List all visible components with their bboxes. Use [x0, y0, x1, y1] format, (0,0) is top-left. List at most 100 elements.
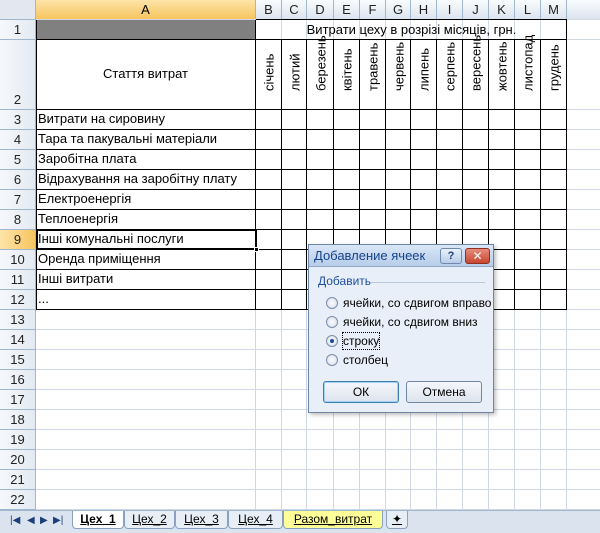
- row-header[interactable]: 4: [0, 130, 36, 150]
- month-label: листопад: [520, 34, 536, 91]
- row-header[interactable]: 8: [0, 210, 36, 230]
- expense-item-cell[interactable]: Електроенергія: [36, 189, 131, 209]
- insert-sheet-icon[interactable]: ✦: [386, 511, 408, 529]
- month-header-cell[interactable]: червень: [386, 40, 411, 110]
- month-header-cell[interactable]: листопад: [515, 35, 541, 110]
- month-header-cell[interactable]: травень: [360, 40, 386, 110]
- column-header[interactable]: F: [360, 0, 386, 20]
- expense-item-cell[interactable]: ...: [36, 289, 49, 309]
- dialog-titlebar[interactable]: Добавление ячеек ? ✕: [309, 245, 493, 267]
- tab-razom-vytrat[interactable]: Разом_витрат: [283, 511, 383, 529]
- active-cell-cursor[interactable]: [36, 229, 257, 250]
- month-header-cell[interactable]: березень: [307, 35, 334, 110]
- ok-button[interactable]: ОК: [323, 381, 399, 403]
- row-header[interactable]: 22: [0, 490, 36, 510]
- month-header-cell[interactable]: вересень: [463, 35, 489, 110]
- option-label: столбец: [343, 353, 389, 367]
- row-header[interactable]: 1: [0, 20, 36, 40]
- column-header[interactable]: K: [489, 0, 515, 20]
- last-sheet-icon[interactable]: ▶|: [53, 515, 63, 526]
- gridline: [36, 429, 600, 430]
- row-header[interactable]: 19: [0, 430, 36, 450]
- column-header[interactable]: M: [541, 0, 567, 20]
- select-all-corner[interactable]: [0, 0, 36, 20]
- column-header-blank: [567, 0, 600, 20]
- sheet-tab-bar: |◀ ◀ ▶ ▶| Цех_1 Цех_2 Цех_3 Цех_4 Разом_…: [0, 510, 600, 533]
- expense-item-cell[interactable]: Витрати на сировину: [36, 109, 165, 129]
- gridline: [36, 489, 600, 490]
- expense-item-cell[interactable]: Теплоенергія: [36, 209, 118, 229]
- row-header[interactable]: 13: [0, 310, 36, 330]
- row-header[interactable]: 14: [0, 330, 36, 350]
- month-label: червень: [391, 41, 406, 91]
- row-header[interactable]: 11: [0, 270, 36, 290]
- month-header-cell[interactable]: жовтень: [489, 40, 515, 110]
- month-header-cell[interactable]: липень: [411, 40, 437, 110]
- row-header[interactable]: 21: [0, 470, 36, 490]
- row-header[interactable]: 6: [0, 170, 36, 190]
- month-header-cell[interactable]: квітень: [334, 40, 360, 110]
- month-label: лютий: [287, 53, 302, 91]
- radio-entire-column[interactable]: [326, 354, 338, 366]
- dialog-title: Добавление ячеек: [314, 248, 426, 263]
- row-header[interactable]: 16: [0, 370, 36, 390]
- expense-item-cell[interactable]: Відрахування на заробітну плату: [36, 169, 237, 189]
- first-sheet-icon[interactable]: |◀: [10, 515, 20, 526]
- column-header[interactable]: A: [36, 0, 256, 20]
- month-header-cell[interactable]: лютий: [282, 40, 307, 110]
- header-filler-cell[interactable]: [36, 20, 256, 39]
- tab-ceh-1[interactable]: Цех_1: [72, 511, 124, 529]
- column-header[interactable]: L: [515, 0, 541, 20]
- month-label: вересень: [468, 34, 484, 91]
- tab-ceh-2[interactable]: Цех_2: [124, 511, 175, 529]
- option-label: строку: [341, 332, 381, 350]
- expense-item-cell[interactable]: Тара та пакувальні матеріали: [36, 129, 217, 149]
- fill-handle[interactable]: [254, 247, 259, 252]
- row-header[interactable]: 10: [0, 250, 36, 270]
- column-header[interactable]: J: [463, 0, 489, 20]
- month-label: серпень: [442, 41, 458, 91]
- row-header[interactable]: 2: [0, 40, 36, 110]
- row-header[interactable]: 3: [0, 110, 36, 130]
- next-sheet-icon[interactable]: ▶: [40, 515, 48, 526]
- row-header[interactable]: 7: [0, 190, 36, 210]
- column-header[interactable]: E: [334, 0, 360, 20]
- prev-sheet-icon[interactable]: ◀: [27, 515, 35, 526]
- expense-item-cell[interactable]: Інші витрати: [36, 269, 113, 289]
- month-header-cell[interactable]: грудень: [541, 40, 567, 110]
- row-header[interactable]: 15: [0, 350, 36, 370]
- row-header[interactable]: 17: [0, 390, 36, 410]
- column-header[interactable]: G: [386, 0, 411, 20]
- column-header[interactable]: H: [411, 0, 437, 20]
- close-button[interactable]: ✕: [465, 248, 490, 264]
- month-label: липень: [416, 47, 432, 91]
- insert-cells-dialog: Добавление ячеек ? ✕ Добавить ячейки, со…: [308, 244, 494, 413]
- radio-shift-down[interactable]: [326, 316, 338, 328]
- expense-item-cell[interactable]: Заробітна плата: [36, 149, 136, 169]
- help-button[interactable]: ?: [440, 248, 462, 264]
- column-header[interactable]: I: [437, 0, 463, 20]
- group-divider: [371, 282, 485, 283]
- row-header[interactable]: 12: [0, 290, 36, 310]
- column-header[interactable]: B: [256, 0, 282, 20]
- month-header-cell[interactable]: серпень: [437, 40, 463, 110]
- column-header[interactable]: D: [307, 0, 334, 20]
- option-label: ячейки, со сдвигом вправо: [343, 296, 492, 310]
- gridline: [36, 469, 600, 470]
- row-header[interactable]: 9: [0, 230, 36, 250]
- month-label: жовтень: [494, 41, 510, 91]
- row-header[interactable]: 5: [0, 150, 36, 170]
- radio-entire-row[interactable]: [326, 335, 338, 347]
- month-header-cell[interactable]: січень: [256, 40, 282, 110]
- month-label: травень: [365, 42, 381, 91]
- expense-item-cell[interactable]: Оренда приміщення: [36, 249, 161, 269]
- tab-ceh-4[interactable]: Цех_4: [228, 511, 283, 529]
- row-header[interactable]: 18: [0, 410, 36, 430]
- column-a-header[interactable]: Стаття витрат: [36, 64, 255, 84]
- radio-shift-right[interactable]: [326, 297, 338, 309]
- column-header[interactable]: C: [282, 0, 307, 20]
- row-header[interactable]: 20: [0, 450, 36, 470]
- group-label: Добавить: [318, 274, 372, 288]
- cancel-button[interactable]: Отмена: [406, 381, 482, 403]
- tab-ceh-3[interactable]: Цех_3: [175, 511, 228, 529]
